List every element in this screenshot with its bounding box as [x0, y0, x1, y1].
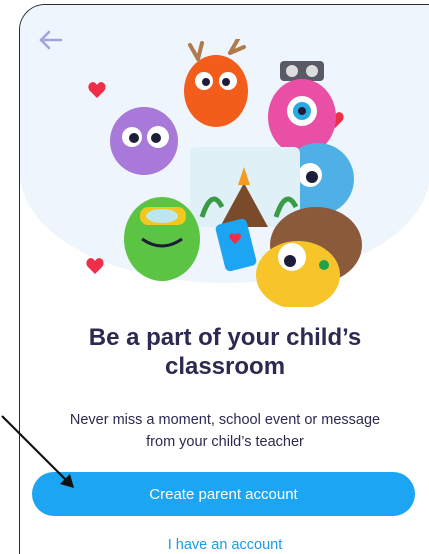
heart-icon: [86, 258, 104, 274]
title-line-1: Be a part of your child’s: [88, 324, 362, 351]
page-title: Be a part of your child’s classroom: [20, 323, 429, 381]
pink-monster: [268, 61, 336, 155]
i-have-an-account-link[interactable]: I have an account: [20, 537, 429, 553]
heart-icon: [88, 82, 106, 98]
purple-monster: [110, 107, 178, 175]
orange-monster: [184, 39, 248, 127]
volcano-scene: [190, 147, 300, 227]
arrow-left-icon: [39, 30, 63, 50]
phone-frame: Be a part of your child’s classroom Neve…: [19, 4, 429, 554]
monsters-illustration: [86, 39, 362, 307]
subtitle-line-1: Never miss a moment, school event or mes…: [69, 412, 381, 428]
annotation-arrow: [1, 415, 74, 488]
title-line-2: classroom: [164, 353, 286, 380]
subtitle-line-2: from your child’s teacher: [146, 434, 304, 450]
page-subtitle: Never miss a moment, school event or mes…: [20, 409, 429, 453]
green-monster: [124, 197, 200, 281]
create-parent-account-button[interactable]: Create parent account: [32, 472, 415, 516]
back-button[interactable]: [34, 23, 68, 57]
